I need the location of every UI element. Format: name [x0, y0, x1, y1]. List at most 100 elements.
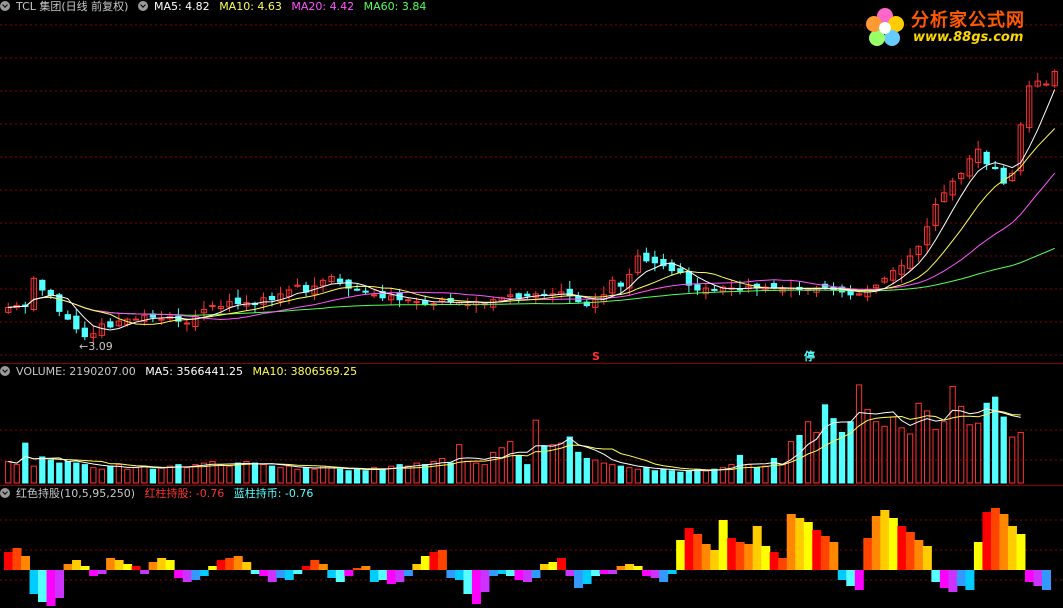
volume-bar — [141, 465, 148, 484]
indicator-bar — [386, 570, 396, 584]
indicator-bar — [335, 570, 345, 582]
sell-marker: S — [592, 350, 600, 363]
volume-bar — [302, 467, 310, 484]
indicator-bar — [795, 518, 805, 570]
volume-bar — [694, 468, 701, 484]
red-bar-label: 红柱持股: -0.76 — [144, 487, 225, 500]
indicator-bar — [973, 542, 983, 570]
volume-bar — [319, 465, 327, 484]
settings-icon[interactable] — [137, 1, 148, 11]
indicator-bar — [420, 556, 430, 570]
indicator-bar — [761, 546, 771, 570]
volume-bar — [30, 465, 37, 484]
candle-body — [209, 305, 216, 308]
indicator-header: 红色持股(10,5,95,250) 红柱持股: -0.76 蓝柱持币: -0.7… — [0, 487, 319, 501]
indicator-bar — [437, 550, 447, 570]
indicator-bar — [574, 570, 584, 588]
volume-bar — [107, 465, 114, 484]
volume-bar — [345, 470, 352, 484]
volume-bar — [328, 467, 335, 484]
volume-bar — [81, 464, 88, 484]
volume-bar — [609, 464, 616, 484]
indicator-bar — [352, 568, 362, 570]
volume-bar — [456, 444, 463, 484]
volume-bar — [779, 464, 786, 484]
volume-bar — [592, 459, 599, 484]
candle-body — [617, 282, 624, 287]
indicator-bar — [727, 538, 737, 570]
indicator-bar — [931, 570, 941, 582]
volume-bar — [566, 436, 573, 484]
indicator-bar — [956, 570, 966, 586]
indicator-bar — [803, 522, 813, 570]
volume-bar — [56, 462, 63, 484]
indicator-bar — [12, 548, 22, 570]
indicator-bar — [565, 570, 575, 576]
collapse-icon[interactable] — [0, 366, 10, 376]
indicator-bar — [46, 570, 56, 606]
flower-logo-icon — [866, 8, 904, 46]
indicator-bar — [1024, 570, 1034, 582]
indicator-bar — [301, 566, 311, 570]
candle-body — [39, 279, 46, 291]
ma10-label: MA10: 4.63 — [219, 0, 282, 13]
candle-body — [73, 315, 80, 330]
indicator-bar — [514, 570, 524, 580]
volume-bar — [158, 467, 165, 484]
volume-bar — [379, 468, 386, 484]
indicator-bar — [854, 570, 864, 590]
candle-body — [711, 288, 718, 291]
volume-bar — [821, 404, 829, 484]
indicator-bar — [965, 570, 975, 590]
volume-bar — [217, 464, 225, 484]
indicator-bar — [412, 564, 422, 570]
volume-bar — [464, 461, 471, 484]
indicator-bar — [140, 570, 150, 574]
indicator-bar — [80, 566, 90, 570]
indicator-bar — [174, 570, 184, 578]
collapse-icon[interactable] — [0, 1, 10, 11]
volume-bar — [1000, 416, 1007, 484]
ma5-line — [8, 89, 1056, 331]
indicator-bar — [914, 540, 924, 570]
price-chart — [0, 24, 1063, 606]
indicator-bar — [55, 570, 65, 598]
indicator-bar — [650, 570, 660, 578]
volume-bar — [234, 462, 242, 484]
volume-bar — [958, 405, 965, 484]
indicator-bar — [4, 552, 14, 570]
indicator-bar — [667, 570, 677, 574]
indicator-bar — [369, 570, 379, 582]
volume-bar — [353, 468, 361, 484]
candle-body — [132, 318, 140, 321]
volume-bar — [481, 464, 488, 484]
indicator-bar — [344, 570, 354, 576]
volume-bar — [634, 468, 641, 484]
volume-ma10-line — [8, 410, 1021, 471]
ma20-label: MA20: 4.42 — [291, 0, 355, 13]
volume-bar — [311, 468, 318, 484]
volume-bar — [226, 465, 233, 484]
stock-title: TCL 集团(日线 前复权) — [16, 0, 129, 13]
volume-bar — [600, 462, 607, 484]
volume-bar — [362, 470, 369, 484]
indicator-bar — [497, 570, 507, 574]
indicator-bar — [131, 566, 141, 570]
indicator-bar — [718, 520, 728, 570]
volume-bar — [685, 470, 693, 484]
indicator-bar — [233, 556, 243, 570]
indicator-bar — [471, 570, 481, 604]
collapse-icon[interactable] — [0, 488, 10, 498]
indicator-bar — [599, 570, 609, 574]
indicator-bar — [165, 560, 175, 570]
volume-bar — [881, 425, 888, 484]
volume-ma5-line — [8, 408, 1021, 472]
indicator-bar — [863, 538, 873, 570]
volume-bar — [404, 465, 412, 484]
volume-bar — [949, 385, 956, 484]
volume-ma10-label: MA10: 3806569.25 — [252, 365, 358, 378]
volume-bar — [762, 465, 769, 484]
watermark-logo: 分析家公式网 www.88gs.com — [857, 4, 1057, 52]
volume-bar — [906, 433, 914, 484]
ma5-label: MA5: 4.82 — [153, 0, 210, 13]
